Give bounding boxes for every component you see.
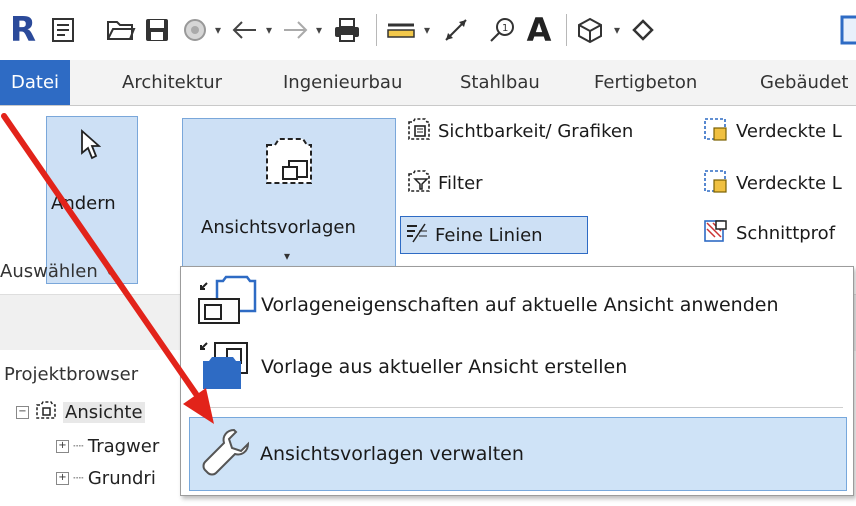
filter-button[interactable]: Filter — [406, 166, 483, 200]
info-icon[interactable] — [48, 12, 78, 48]
toolbar-separator — [376, 14, 377, 46]
sync-dropdown-icon[interactable]: ▾ — [210, 12, 226, 48]
tree-item-views[interactable]: − Ansichte — [16, 400, 145, 425]
tab-gebaeudetechnik[interactable]: Gebäudet — [760, 60, 848, 105]
section-profile-label: Schnittprof — [736, 222, 836, 244]
visibility-graphics-icon — [406, 116, 432, 146]
open-folder-icon[interactable] — [104, 12, 138, 48]
tab-label: Ingenieurbau — [283, 72, 403, 93]
apply-template-icon — [193, 275, 259, 335]
switch-windows-icon[interactable] — [840, 12, 856, 48]
view-templates-dropdown-icon: ▾ — [284, 249, 291, 263]
undo-dropdown-icon[interactable]: ▾ — [262, 12, 276, 48]
measure-dropdown-icon[interactable]: ▾ — [420, 12, 434, 48]
section-profile-button[interactable]: Schnittprof — [702, 216, 835, 250]
menu-item-manage-templates[interactable]: Ansichtsvorlagen verwalten — [189, 417, 847, 491]
menu-item-create-template[interactable]: Vorlage aus aktueller Ansicht erstellen — [189, 331, 845, 403]
tree-item-structural[interactable]: + ┈ Tragwer — [56, 436, 159, 457]
tree-item-label: Grundri — [87, 468, 156, 489]
tab-label: Fertigbeton — [594, 72, 698, 93]
tab-ingenieurbau[interactable]: Ingenieurbau — [283, 60, 402, 105]
hidden-lines-icon — [702, 116, 730, 146]
section-icon[interactable] — [628, 12, 658, 48]
remove-hidden-lines-icon — [702, 168, 730, 198]
create-template-icon — [193, 337, 259, 397]
tree-item-floorplans[interactable]: + ┈ Grundri — [56, 468, 156, 489]
tab-label: Datei — [11, 72, 60, 93]
toolbar-separator — [566, 14, 567, 46]
cursor-icon — [79, 129, 102, 165]
quick-access-toolbar: R ▾ ▾ ▾ ▾ 1 A ▾ — [0, 0, 856, 60]
redo-dropdown-icon[interactable]: ▾ — [312, 12, 326, 48]
filter-icon — [406, 168, 432, 198]
cut-profile-icon — [702, 218, 730, 248]
tab-label: Architektur — [122, 72, 223, 93]
3d-view-icon[interactable] — [574, 12, 606, 48]
text-icon[interactable]: A — [524, 11, 554, 49]
tree-connector: ┈ — [73, 468, 84, 489]
tab-label: Gebäudet — [760, 72, 849, 93]
revit-logo[interactable]: R — [8, 10, 38, 50]
select-dropdown-icon: ▾ — [105, 263, 113, 279]
tree-connector: ┈ — [73, 436, 84, 457]
wrench-icon — [200, 426, 252, 482]
3d-view-dropdown-icon[interactable]: ▾ — [610, 12, 624, 48]
redo-icon[interactable] — [280, 12, 310, 48]
remove-hidden-lines-label: Verdeckte L — [736, 172, 842, 194]
print-icon[interactable] — [330, 12, 364, 48]
tag-icon[interactable]: 1 — [486, 12, 518, 48]
hidden-lines-button[interactable]: Verdeckte L — [702, 114, 842, 148]
menu-item-label: Vorlageneigenschaften auf aktuelle Ansic… — [261, 294, 779, 316]
sync-icon[interactable] — [180, 12, 210, 48]
modify-label: Ändern — [51, 193, 116, 214]
ribbon-tab-bar: Datei Architektur Ingenieurbau Stahlbau … — [0, 60, 856, 106]
project-browser-title: Projektbrowser — [4, 364, 139, 385]
tab-stahlbau[interactable]: Stahlbau — [460, 60, 540, 105]
visibility-graphics-label: Sichtbarkeit/ Grafiken — [438, 120, 634, 142]
svg-text:1: 1 — [502, 23, 508, 34]
measure-icon[interactable] — [384, 12, 418, 48]
save-icon[interactable] — [142, 12, 172, 48]
expand-icon[interactable]: + — [56, 472, 69, 485]
menu-separator — [193, 407, 843, 408]
thin-lines-button[interactable]: Feine Linien — [400, 216, 588, 254]
project-browser: Projektbrowser − Ansichte + ┈ Tragwer + … — [0, 350, 190, 506]
tab-architektur[interactable]: Architektur — [122, 60, 222, 105]
visibility-graphics-button[interactable]: Sichtbarkeit/ Grafiken — [406, 114, 633, 148]
hidden-lines-label: Verdeckte L — [736, 120, 842, 142]
expand-icon[interactable]: + — [56, 440, 69, 453]
thin-lines-icon — [405, 222, 429, 248]
tree-item-label: Tragwer — [87, 436, 160, 457]
select-panel-button[interactable]: Auswählen ▾ — [0, 254, 170, 288]
view-template-icon — [261, 131, 317, 193]
menu-item-label: Vorlage aus aktueller Ansicht erstellen — [261, 356, 628, 378]
views-icon — [35, 400, 57, 425]
filter-label: Filter — [438, 172, 483, 194]
tab-datei[interactable]: Datei — [0, 60, 71, 105]
thin-lines-label: Feine Linien — [435, 224, 543, 246]
undo-icon[interactable] — [230, 12, 260, 48]
view-templates-label: Ansichtsvorlagen — [201, 217, 356, 238]
select-label: Auswählen — [0, 260, 98, 282]
tree-item-label: Ansichte — [63, 402, 145, 423]
tab-label: Stahlbau — [460, 72, 540, 93]
menu-item-label: Ansichtsvorlagen verwalten — [260, 443, 524, 465]
aligned-dimension-icon[interactable] — [440, 12, 472, 48]
view-templates-menu: Vorlageneigenschaften auf aktuelle Ansic… — [180, 266, 854, 496]
tab-fertigbeton[interactable]: Fertigbeton — [594, 60, 697, 105]
collapse-icon[interactable]: − — [16, 406, 29, 419]
remove-hidden-lines-button[interactable]: Verdeckte L — [702, 166, 842, 200]
